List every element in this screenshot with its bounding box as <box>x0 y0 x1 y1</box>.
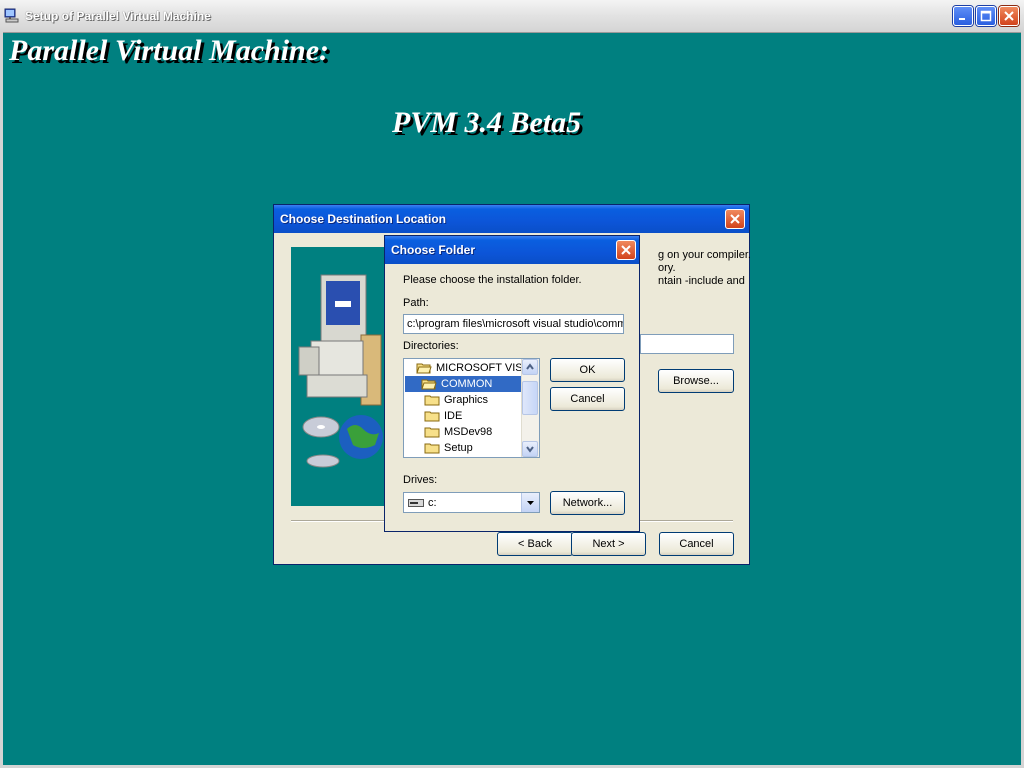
close-icon <box>621 245 631 255</box>
folder-icon <box>424 443 440 454</box>
folder-instruction: Please choose the installation folder. <box>403 274 582 286</box>
close-icon <box>730 214 740 224</box>
next-button[interactable]: Next > <box>571 532 646 556</box>
destination-dialog-title: Choose Destination Location <box>280 212 447 226</box>
drive-icon <box>408 499 424 507</box>
drives-select[interactable]: c: <box>403 492 540 513</box>
directories-scrollbar[interactable] <box>521 359 539 457</box>
version-heading: PVM 3.4 Beta5 <box>392 106 582 139</box>
choose-folder-dialog: Choose Folder Please choose the installa… <box>384 235 640 532</box>
drives-dropdown-button[interactable] <box>521 493 539 512</box>
product-heading: Parallel Virtual Machine: <box>9 34 330 67</box>
maximize-icon <box>980 10 992 22</box>
directory-label: MSDev98 <box>444 426 493 438</box>
drives-label: Drives: <box>403 474 438 486</box>
main-window-title: Setup of Parallel Virtual Machine <box>25 9 211 23</box>
back-button[interactable]: < Back <box>497 532 573 556</box>
folder-close-button[interactable] <box>616 240 636 260</box>
destination-cancel-button[interactable]: Cancel <box>659 532 734 556</box>
window-border-left <box>0 32 3 768</box>
directories-label: Directories: <box>403 340 459 352</box>
open-folder-icon <box>421 379 437 390</box>
main-title-bar[interactable]: Setup of Parallel Virtual Machine <box>0 0 1024 33</box>
chevron-down-icon <box>527 501 534 505</box>
directory-label: IDE <box>444 410 463 422</box>
scroll-down-button[interactable] <box>522 441 538 457</box>
path-input[interactable]: c:\program files\microsoft visual studio… <box>403 314 624 334</box>
destination-close-button[interactable] <box>725 209 745 229</box>
directories-list[interactable]: MICROSOFT VISUAL STUDIO COMMON Graphics … <box>403 358 540 458</box>
open-folder-icon <box>416 363 432 374</box>
scroll-up-button[interactable] <box>522 359 538 375</box>
network-button[interactable]: Network... <box>550 491 625 515</box>
destination-text-line-3: ntain -include and <box>658 275 745 287</box>
close-icon <box>1004 11 1014 21</box>
destination-text-line-1: g on your compiler. <box>658 249 751 261</box>
destination-text-line-2: ory. <box>658 262 676 274</box>
scroll-thumb[interactable] <box>522 381 538 415</box>
setup-graphic <box>291 247 386 506</box>
folder-icon <box>424 395 440 406</box>
maximize-button[interactable] <box>976 6 996 26</box>
setup-app-icon <box>4 8 19 23</box>
ok-button[interactable]: OK <box>550 358 625 382</box>
folder-cancel-button[interactable]: Cancel <box>550 387 625 411</box>
folder-dialog-title: Choose Folder <box>391 243 476 257</box>
browse-button[interactable]: Browse... <box>658 369 734 393</box>
path-label: Path: <box>403 297 429 309</box>
computer-illustration <box>298 274 383 468</box>
directory-label: MICROSOFT VISUAL STUDIO <box>436 362 534 374</box>
directory-label: Setup <box>444 442 473 454</box>
chevron-up-icon <box>526 363 534 370</box>
directory-label: COMMON <box>441 378 493 390</box>
directory-item-common[interactable]: COMMON <box>405 376 522 392</box>
chevron-down-icon <box>526 446 534 453</box>
folder-icon <box>424 411 440 422</box>
destination-folder-field[interactable] <box>640 334 734 354</box>
close-button[interactable] <box>999 6 1019 26</box>
drive-value: c: <box>428 497 437 509</box>
destination-title-bar[interactable]: Choose Destination Location <box>274 205 749 233</box>
minimize-button[interactable] <box>953 6 973 26</box>
folder-title-bar[interactable]: Choose Folder <box>385 236 639 264</box>
minimize-icon <box>959 18 965 20</box>
folder-icon <box>424 427 440 438</box>
directory-label: Graphics <box>444 394 489 406</box>
